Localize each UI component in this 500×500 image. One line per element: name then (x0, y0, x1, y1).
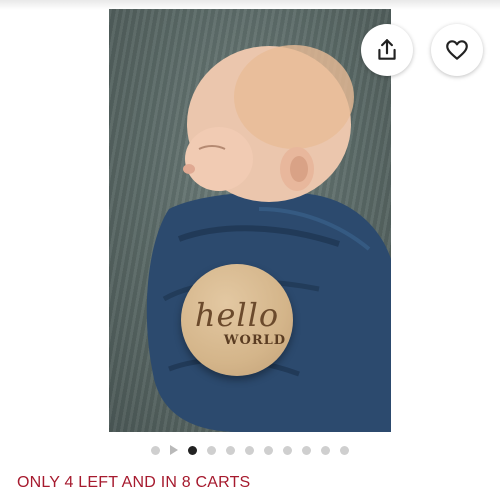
carousel-dot-prev[interactable] (151, 445, 160, 455)
baby-ear-inner (290, 156, 308, 182)
share-icon (378, 39, 396, 60)
baby-hair (234, 45, 354, 149)
video-play-icon[interactable] (170, 445, 178, 455)
carousel-dot[interactable] (264, 445, 273, 455)
carousel-dot[interactable] (283, 445, 292, 455)
stock-notice: ONLY 4 LEFT AND IN 8 CARTS (17, 474, 251, 491)
sign-word-text: WORLD (223, 332, 287, 348)
carousel-dot[interactable] (302, 445, 311, 455)
favorite-button[interactable] (431, 24, 483, 76)
hello-world-sign: hello WORLD (181, 264, 293, 376)
carousel-dot[interactable] (226, 445, 235, 455)
baby-face (185, 127, 253, 191)
carousel-dot[interactable] (207, 445, 216, 455)
carousel-dot[interactable] (321, 445, 330, 455)
share-button[interactable] (361, 24, 413, 76)
heart-icon (446, 40, 468, 60)
carousel-dot[interactable] (245, 445, 254, 455)
baby-nose (183, 164, 195, 174)
sign-script-text: hello (194, 295, 280, 334)
carousel-dot-active[interactable] (188, 445, 197, 455)
carousel-indicator (0, 444, 500, 456)
carousel-dot[interactable] (340, 445, 349, 455)
